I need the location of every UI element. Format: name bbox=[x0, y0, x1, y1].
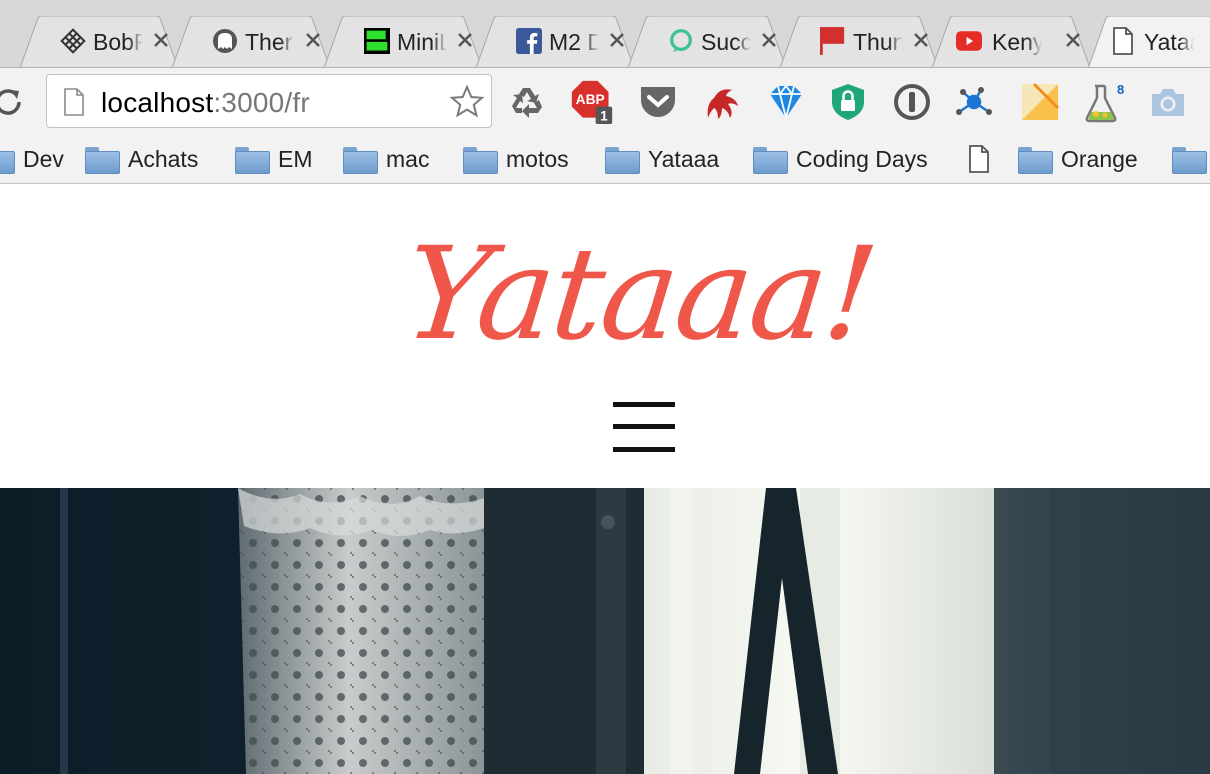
svg-text:8: 8 bbox=[1117, 82, 1124, 97]
bookmark-folder-achats[interactable]: Achats bbox=[85, 142, 198, 176]
bookmark-folder-dev[interactable]: Dev bbox=[0, 142, 64, 176]
browser-toolbar: localhost:3000/fr ABP 1 8 bbox=[0, 68, 1210, 136]
password-manager-icon[interactable] bbox=[890, 80, 934, 124]
sticky-note-icon[interactable] bbox=[1018, 80, 1062, 124]
tab-title: M2 D bbox=[549, 29, 599, 55]
flask-icon[interactable]: 8 bbox=[1082, 80, 1126, 124]
web-page: Yataaa! bbox=[0, 184, 1210, 774]
bookmark-folder-em[interactable]: EM bbox=[235, 142, 313, 176]
bookmark-page[interactable] bbox=[968, 142, 990, 176]
logo-text: Yataaa! bbox=[397, 220, 883, 369]
bookmarks-bar: Dev Achats EM mac motos Yataaa Coding Da… bbox=[0, 136, 1210, 184]
facebook-icon bbox=[516, 28, 542, 54]
page-icon bbox=[64, 88, 84, 116]
close-tab-icon[interactable] bbox=[150, 29, 172, 51]
folder-icon bbox=[753, 146, 788, 174]
ghost-icon bbox=[212, 28, 238, 54]
reload-icon[interactable] bbox=[0, 84, 26, 120]
browser-tab-strip: BobF Ther MiniL M2 D Succ Thun Keny Yata bbox=[0, 0, 1210, 68]
folder-icon bbox=[0, 147, 15, 174]
bookmark-folder-motos[interactable]: motos bbox=[463, 142, 569, 176]
bookmark-folder-orange[interactable]: Orange bbox=[1018, 142, 1138, 176]
tab-title: Ther bbox=[245, 29, 293, 55]
grid-diamond-icon bbox=[60, 28, 86, 54]
adblock-plus-icon[interactable]: ABP 1 bbox=[570, 80, 614, 124]
tab-keny[interactable]: Keny bbox=[932, 16, 1090, 67]
folder-icon bbox=[463, 146, 498, 174]
bookmark-label: Dev bbox=[23, 145, 64, 172]
pocket-icon[interactable] bbox=[636, 80, 680, 124]
close-tab-icon[interactable] bbox=[302, 29, 324, 51]
bookmark-label: Yataaa bbox=[648, 145, 720, 172]
red-flag-icon bbox=[820, 27, 846, 55]
folder-icon bbox=[605, 146, 640, 174]
bookmark-label: EM bbox=[278, 145, 313, 172]
tab-bobf[interactable]: BobF bbox=[20, 16, 178, 67]
chat-bubble-icon bbox=[668, 28, 694, 54]
folder-icon bbox=[235, 146, 270, 174]
bookmark-label: Coding Days bbox=[796, 145, 928, 172]
tab-minil[interactable]: MiniL bbox=[324, 16, 482, 67]
close-tab-icon[interactable] bbox=[1062, 29, 1084, 51]
diamond-filter-icon[interactable] bbox=[764, 80, 808, 124]
adblock-label: ABP bbox=[576, 92, 605, 107]
tab-title: BobF bbox=[93, 29, 143, 55]
tab-title: MiniL bbox=[397, 29, 447, 55]
tab-yataa-active[interactable]: Yataa bbox=[1088, 16, 1210, 67]
adblock-badge-count: 1 bbox=[600, 108, 608, 123]
hamburger-menu-icon[interactable] bbox=[613, 402, 675, 454]
recycle-icon[interactable] bbox=[506, 80, 550, 124]
camera-icon[interactable] bbox=[1146, 80, 1190, 124]
close-tab-icon[interactable] bbox=[454, 29, 476, 51]
bookmark-folder-coding-days[interactable]: Coding Days bbox=[753, 142, 928, 176]
folder-icon bbox=[1018, 146, 1053, 174]
site-logo[interactable]: Yataaa! bbox=[398, 220, 882, 370]
bookmark-label: mac bbox=[386, 145, 430, 172]
octopus-icon[interactable] bbox=[698, 80, 742, 124]
bookmark-label: Orange bbox=[1061, 145, 1138, 172]
lock-shield-icon[interactable] bbox=[826, 80, 870, 124]
bookmark-label: motos bbox=[506, 145, 569, 172]
tab-title: Succ bbox=[701, 29, 751, 55]
network-icon[interactable] bbox=[952, 80, 996, 124]
youtube-icon bbox=[956, 28, 982, 54]
close-tab-icon[interactable] bbox=[606, 29, 628, 51]
url-host: localhost bbox=[101, 87, 214, 118]
page-icon bbox=[1110, 27, 1136, 55]
url-path: :3000/fr bbox=[213, 87, 310, 118]
close-tab-icon[interactable] bbox=[910, 29, 932, 51]
tab-ther[interactable]: Ther bbox=[172, 16, 330, 67]
bookmark-folder-mac[interactable]: mac bbox=[343, 142, 429, 176]
tab-m2d[interactable]: M2 D bbox=[476, 16, 634, 67]
hero-image bbox=[0, 488, 1210, 774]
minilien-icon bbox=[364, 28, 390, 54]
bookmark-label: Achats bbox=[128, 145, 199, 172]
tab-title: Keny bbox=[992, 29, 1042, 55]
page-icon bbox=[969, 145, 989, 173]
address-bar[interactable]: localhost:3000/fr bbox=[46, 74, 492, 128]
tab-title: Yataa bbox=[1144, 29, 1194, 55]
tab-title: Thun bbox=[853, 29, 903, 55]
bookmark-folder-partial[interactable] bbox=[1172, 142, 1210, 176]
tab-succ[interactable]: Succ bbox=[628, 16, 786, 67]
bookmark-star-icon[interactable] bbox=[449, 84, 485, 120]
folder-icon bbox=[1172, 146, 1207, 174]
address-url[interactable]: localhost:3000/fr bbox=[101, 87, 310, 119]
bookmark-folder-yataaa[interactable]: Yataaa bbox=[605, 142, 719, 176]
folder-icon bbox=[343, 146, 378, 174]
folder-icon bbox=[85, 146, 120, 174]
close-tab-icon[interactable] bbox=[758, 29, 780, 51]
tab-thun[interactable]: Thun bbox=[780, 16, 938, 67]
